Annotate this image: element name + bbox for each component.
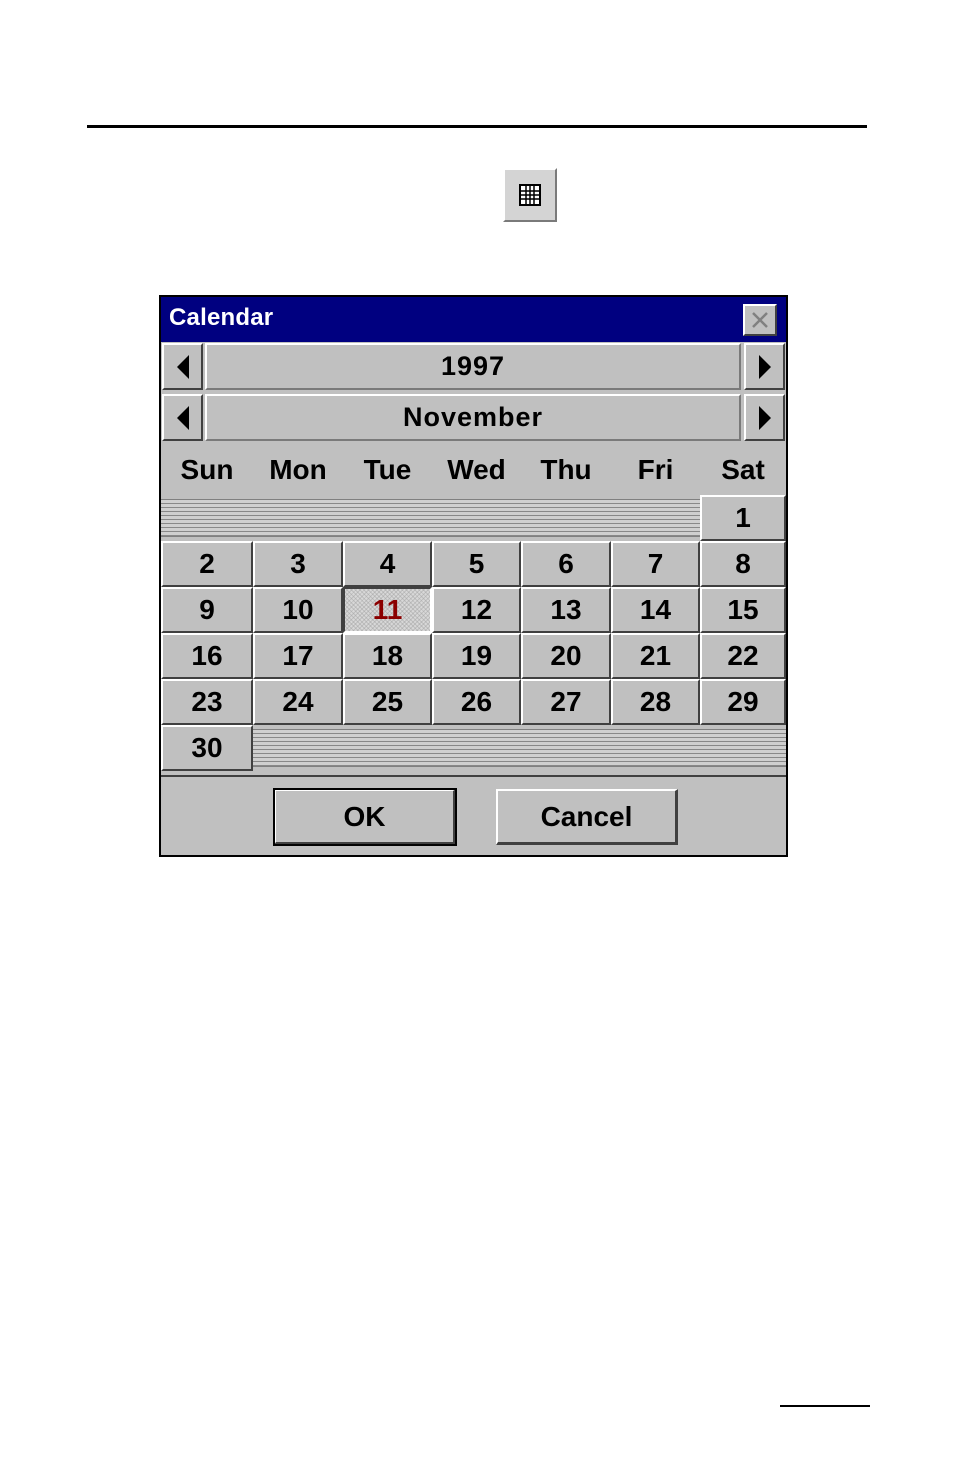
prev-month-button[interactable] [162, 394, 203, 441]
empty-day-filler [161, 499, 700, 537]
day-cell[interactable]: 16 [161, 633, 253, 679]
day-cell[interactable]: 14 [611, 587, 700, 633]
day-cell[interactable]: 19 [432, 633, 521, 679]
ok-button[interactable]: OK [273, 788, 457, 846]
weekday-label: Thu [540, 454, 592, 485]
next-month-button[interactable] [744, 394, 785, 441]
day-cell[interactable]: 4 [343, 541, 432, 587]
dialog-title: Calendar [169, 304, 274, 331]
day-cell[interactable]: 12 [432, 587, 521, 633]
bottom-rule [780, 1405, 870, 1407]
day-cell[interactable]: 20 [521, 633, 611, 679]
day-cell[interactable]: 15 [700, 587, 786, 633]
day-cell[interactable]: 26 [432, 679, 521, 725]
weekday-label: Mon [269, 454, 327, 485]
close-icon [752, 312, 768, 328]
day-cell[interactable]: 5 [432, 541, 521, 587]
arrow-right-icon [758, 354, 771, 379]
arrow-right-icon [758, 405, 771, 430]
arrow-left-icon [176, 354, 189, 379]
day-cell[interactable]: 3 [253, 541, 343, 587]
empty-day-filler [253, 729, 786, 767]
day-cell[interactable]: 6 [521, 541, 611, 587]
calendar-grid-icon [519, 184, 541, 206]
top-rule [87, 125, 867, 128]
weekday-label: Sat [721, 454, 765, 485]
calendar-dialog: Calendar 1997 November Sun Mon Tue Wed Thu Fr… [159, 295, 788, 857]
day-cell[interactable]: 1 [700, 495, 786, 541]
day-cell[interactable]: 27 [521, 679, 611, 725]
day-cell[interactable]: 30 [161, 725, 253, 771]
prev-year-button[interactable] [162, 343, 203, 390]
day-cell[interactable]: 25 [343, 679, 432, 725]
button-bar: OK Cancel [161, 775, 786, 855]
month-label: November [205, 394, 741, 441]
day-grid: 1 2 3 4 5 6 7 8 9 10 11 12 13 14 15 16 17 18 19 20 21 22 23 24 2… [161, 495, 786, 775]
day-cell[interactable]: 23 [161, 679, 253, 725]
day-cell[interactable]: 13 [521, 587, 611, 633]
arrow-left-icon [176, 405, 189, 430]
weekday-label: Sun [180, 454, 234, 485]
calendar-toolbar-button[interactable] [503, 168, 557, 222]
day-cell[interactable]: 18 [343, 633, 432, 679]
day-cell[interactable]: 7 [611, 541, 700, 587]
day-cell[interactable]: 10 [253, 587, 343, 633]
day-cell[interactable]: 9 [161, 587, 253, 633]
year-label: 1997 [205, 343, 741, 390]
day-cell[interactable]: 17 [253, 633, 343, 679]
year-nav-row: 1997 [161, 342, 786, 392]
day-cell[interactable]: 2 [161, 541, 253, 587]
weekday-label: Wed [447, 454, 506, 485]
day-cell[interactable]: 21 [611, 633, 700, 679]
month-nav-row: November [161, 393, 786, 443]
weekday-label: Tue [363, 454, 412, 485]
day-cell[interactable]: 24 [253, 679, 343, 725]
day-cell[interactable]: 28 [611, 679, 700, 725]
cancel-button[interactable]: Cancel [496, 789, 678, 845]
day-cell-selected[interactable]: 11 [343, 587, 432, 633]
close-button[interactable] [743, 304, 777, 336]
weekday-header: Sun Mon Tue Wed Thu Fri Sat [161, 445, 786, 495]
next-year-button[interactable] [744, 343, 785, 390]
day-cell[interactable]: 29 [700, 679, 786, 725]
day-cell[interactable]: 22 [700, 633, 786, 679]
title-bar[interactable]: Calendar [161, 297, 786, 342]
day-cell[interactable]: 8 [700, 541, 786, 587]
weekday-label: Fri [637, 454, 674, 485]
